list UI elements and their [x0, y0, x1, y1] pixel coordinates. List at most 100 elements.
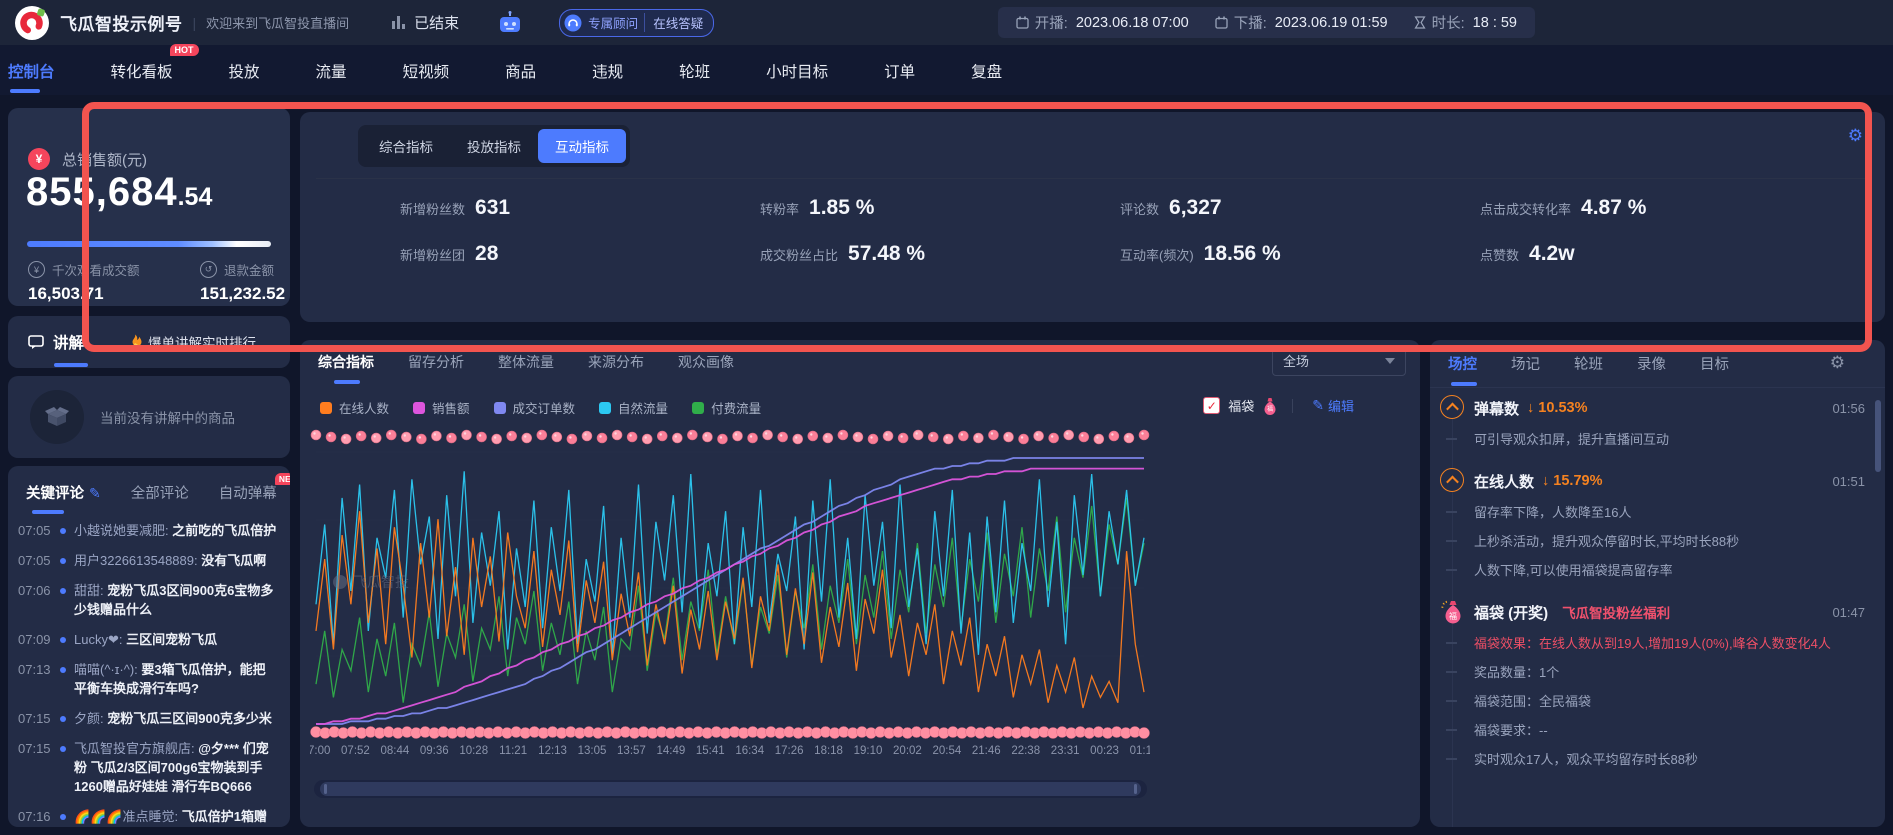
nav-tab-1[interactable]: 转化看板HOT — [111, 46, 173, 95]
metric-value: 57.48 % — [848, 242, 925, 266]
consult-label: 专属顾问 — [588, 13, 638, 32]
timeline-note: 可引导观众扣屏，提升直播间互动 — [1430, 430, 1865, 449]
metric-cell-3: 点击成交转化率4.87 % — [1480, 196, 1845, 228]
comments-tab-2[interactable]: 自动弹幕NEW — [219, 482, 277, 503]
collapse-chevron-icon[interactable] — [1440, 395, 1464, 419]
fire-icon — [128, 334, 142, 350]
comment-text: 三区间宠粉飞瓜 — [126, 632, 217, 647]
chart-tab-3[interactable]: 来源分布 — [588, 352, 644, 384]
nav-tab-0[interactable]: 控制台 — [8, 46, 55, 95]
metric-value: 631 — [475, 196, 510, 220]
refund-stat: ↺ 退款金额 151,232.52 — [200, 260, 285, 304]
svg-text:14:49: 14:49 — [656, 745, 685, 757]
legend-item-2[interactable]: 成交订单数 — [494, 398, 576, 417]
bag-checkbox[interactable]: ✓ — [1203, 397, 1220, 414]
chart-tab-2[interactable]: 整体流量 — [498, 352, 554, 384]
svg-text:18:18: 18:18 — [814, 745, 843, 757]
nav-tab-7[interactable]: 轮班 — [679, 46, 710, 95]
tab-hot-explain-ranking[interactable]: 爆单讲解实时排行 — [128, 332, 256, 352]
control-tab-4[interactable]: 目标 — [1700, 353, 1729, 386]
comment-body: 🌈🌈🌈准点睡觉: 飞瓜倍护1箱赠品 — [74, 807, 278, 827]
comments-list: 07:05小越说她要减肥: 之前吃的飞瓜倍护07:05用户32266135488… — [8, 503, 290, 827]
control-tab-2[interactable]: 轮班 — [1574, 353, 1603, 386]
nav-tab-3[interactable]: 流量 — [316, 46, 347, 95]
consultant-badge[interactable]: 专属顾问 在线答疑 — [559, 9, 714, 37]
chart-tab-0[interactable]: 综合指标 — [318, 352, 374, 384]
comments-tab-0[interactable]: 关键评论✎ — [26, 482, 101, 503]
comment-item: 07:09Lucky❤: 三区间宠粉飞瓜 — [18, 630, 278, 649]
gpm-stat: ¥ 千次观看成交额 16,503.71 — [28, 260, 140, 304]
event-timeline: 弹幕数↓ 10.53%01:56 可引导观众扣屏，提升直播间互动在线人数↓ 15.… — [1430, 396, 1865, 789]
nav-items: 控制台 转化看板HOT 投放 流量 短视频 商品 违规 轮班 小时目标 订单 复盘 — [0, 46, 1002, 95]
timeline-item-head[interactable]: 弹幕数↓ 10.53%01:56 — [1430, 396, 1865, 420]
comments-tab-1[interactable]: 全部评论 — [131, 482, 189, 503]
live-status-label: 已结束 — [414, 12, 459, 33]
timeline-note: 实时观众17人，观众平均留存时长88秒 — [1430, 750, 1865, 769]
timeline-item-time: 01:51 — [1832, 474, 1865, 489]
nav-tab-6[interactable]: 违规 — [592, 46, 623, 95]
legend-label: 付费流量 — [711, 398, 761, 417]
edit-button[interactable]: ✎ 编辑 — [1307, 396, 1354, 415]
metrics-divider — [316, 178, 1869, 179]
nav-tab-2[interactable]: 投放 — [229, 46, 260, 95]
new-badge: NEW — [275, 473, 290, 485]
nav-tab-4[interactable]: 短视频 — [403, 46, 450, 95]
nav-tab-5[interactable]: 商品 — [505, 46, 536, 95]
control-tab-0[interactable]: 场控 — [1448, 353, 1477, 386]
timeline-item-subtitle: 飞瓜智投粉丝福利 — [1562, 602, 1670, 622]
legend-swatch — [320, 402, 332, 414]
robot-assistant-icon[interactable] — [497, 11, 523, 35]
explain-card: 讲解 爆单讲解实时排行 — [8, 316, 290, 368]
timeline-item-time: 01:47 — [1832, 605, 1865, 620]
control-tab-3[interactable]: 录像 — [1637, 353, 1666, 386]
headset-icon — [564, 14, 582, 32]
gear-icon[interactable]: ⚙ — [1848, 126, 1863, 146]
chart-tab-1[interactable]: 留存分析 — [408, 352, 464, 384]
bar-chart-icon — [391, 15, 407, 30]
legend-item-3[interactable]: 自然流量 — [599, 398, 668, 417]
svg-text:07:00: 07:00 — [310, 745, 330, 757]
legend-item-0[interactable]: 在线人数 — [320, 398, 389, 417]
hot-badge: HOT — [170, 44, 199, 56]
comment-dot — [60, 558, 66, 564]
range-selector-dropdown[interactable]: 全场 — [1272, 345, 1406, 376]
timeline-note: 上秒杀活动，提升观众停留时长,平均时长88秒 — [1430, 532, 1865, 551]
header-divider: | — [193, 15, 197, 31]
metrics-tab-0[interactable]: 综合指标 — [362, 129, 450, 163]
start-time-label: 开播: — [1016, 12, 1068, 33]
legend-item-4[interactable]: 付费流量 — [692, 398, 761, 417]
comment-user: Lucky❤: — [74, 632, 126, 647]
active-tab-underline — [32, 510, 64, 514]
scrollbar-thumb[interactable] — [1875, 400, 1881, 472]
svg-text:10:28: 10:28 — [459, 745, 488, 757]
svg-text:12:13: 12:13 — [538, 745, 567, 757]
total-sales-card: ¥ 总销售额(元) 855,684.54 ¥ 千次观看成交额 16,503.71… — [8, 108, 290, 306]
metrics-grid: 新增粉丝数631转粉率1.85 %评论数6,327点击成交转化率4.87 %新增… — [400, 196, 1845, 274]
control-tab-1[interactable]: 场记 — [1511, 353, 1540, 386]
tab-explain[interactable]: 讲解 — [28, 331, 84, 353]
gear-icon[interactable]: ⚙ — [1830, 353, 1845, 373]
calendar-icon — [1016, 16, 1029, 29]
metrics-tab-2[interactable]: 互动指标 — [538, 129, 626, 163]
nav-tab-10[interactable]: 复盘 — [971, 46, 1002, 95]
end-time-label: 下播: — [1215, 12, 1267, 33]
metric-cell-5: 成交粉丝占比57.48 % — [760, 242, 1120, 274]
comment-text: 宠粉飞瓜三区间900克多少米 — [107, 711, 272, 726]
legend-item-1[interactable]: 销售额 — [413, 398, 470, 417]
comment-item: 07:16 🌈🌈🌈准点睡觉: 飞瓜倍护1箱赠品 — [18, 807, 278, 827]
comment-time: 07:16 — [18, 807, 58, 827]
collapse-chevron-icon[interactable] — [1440, 468, 1464, 492]
chart-range-slider[interactable] — [314, 780, 1147, 798]
metric-label: 转粉率 — [760, 199, 799, 218]
comment-user: 🌈🌈🌈准点睡觉: — [74, 809, 182, 824]
lucky-bag-icon[interactable]: 福 — [1440, 599, 1466, 630]
chart-tab-4[interactable]: 观众画像 — [678, 352, 734, 384]
metrics-line-chart[interactable]: 07:0007:5208:4409:3610:2811:2112:1313:05… — [310, 424, 1150, 758]
metrics-tab-1[interactable]: 投放指标 — [450, 129, 538, 163]
timeline-item-head[interactable]: 在线人数↓ 15.79%01:51 — [1430, 469, 1865, 493]
timeline-item-head[interactable]: 福福袋 (开奖)飞瓜智投粉丝福利01:47 — [1430, 600, 1865, 624]
nav-tab-8[interactable]: 小时目标 — [766, 46, 828, 95]
separator — [1292, 399, 1293, 413]
main-nav: 控制台 转化看板HOT 投放 流量 短视频 商品 违规 轮班 小时目标 订单 复盘 — [0, 45, 1893, 95]
nav-tab-9[interactable]: 订单 — [884, 46, 915, 95]
